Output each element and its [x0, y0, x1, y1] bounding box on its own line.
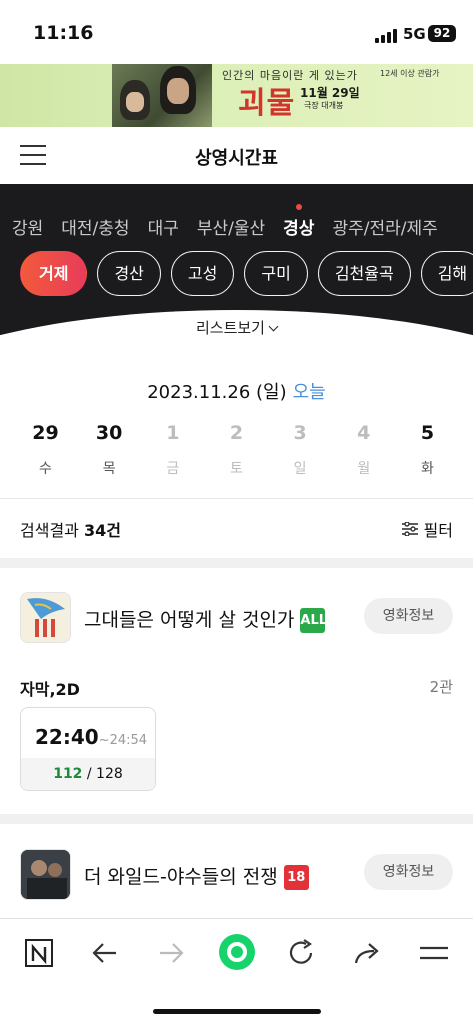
battery-icon: 92 [428, 25, 456, 42]
date-weekday: 토 [230, 461, 243, 477]
network-label: 5G [403, 25, 426, 43]
section-divider [0, 814, 473, 824]
date-number: 1 [166, 422, 180, 444]
date-item[interactable]: 30 목 [78, 422, 141, 478]
chevron-down-icon [268, 321, 279, 332]
region-tab[interactable]: 대구 [148, 214, 179, 239]
browser-toolbar [0, 918, 473, 1024]
poster-art [21, 850, 70, 899]
movie-info-button[interactable]: 영화정보 [364, 598, 453, 634]
showtime-slot[interactable]: 22:40~24:54 112 / 128 [20, 707, 156, 791]
green-dot-home-icon[interactable] [217, 932, 257, 972]
showtime-end: ~24:54 [98, 733, 148, 748]
forward-arrow-icon[interactable] [154, 936, 190, 972]
refresh-icon[interactable] [284, 936, 320, 972]
date-number: 4 [357, 422, 371, 444]
list-view-label: 리스트보기 [195, 319, 265, 337]
filter-button[interactable]: 필터 [401, 517, 453, 541]
region-tabs: 강원 대전/충청 대구 부산/울산 경상 광주/전라/제주 [12, 204, 456, 239]
share-icon[interactable] [350, 936, 386, 972]
date-item: 4월 [332, 422, 395, 478]
date-label: 2023.11.26 (일) [147, 382, 287, 403]
date-item[interactable]: 29 수 [14, 422, 77, 478]
movie-title-text: 더 와일드-야수들의 전쟁 [84, 866, 278, 888]
status-time: 11:16 [33, 22, 94, 44]
filter-label: 필터 [423, 521, 453, 540]
result-prefix: 검색결과 [20, 521, 84, 540]
date-weekday: 월 [357, 461, 371, 477]
region-tab[interactable]: 부산/울산 [197, 214, 265, 239]
banner-age-rating: 12세 이상 관람가 [380, 69, 440, 78]
theater-chip[interactable]: 경산 [97, 251, 161, 296]
banner-person [160, 66, 196, 114]
date-item: 3일 [269, 422, 332, 478]
date-item: 1금 [141, 422, 204, 478]
movie-title[interactable]: 더 와일드-야수들의 전쟁 18 [84, 862, 309, 890]
date-number: 30 [95, 422, 123, 444]
date-strip: 29 수 30 목 1 금 2 토 3 일 4 월 5 화 [14, 422, 459, 478]
n-logo-icon[interactable] [22, 936, 58, 972]
screening-format: 자막,2D [20, 680, 80, 699]
page-header: 상영시간표 [0, 127, 473, 184]
today-button[interactable]: 오늘 [293, 382, 326, 403]
movie-info-button[interactable]: 영화정보 [364, 854, 453, 890]
region-tab[interactable]: 대전/충청 [61, 214, 129, 239]
movie-poster[interactable] [20, 849, 71, 900]
list-view-toggle[interactable]: 리스트보기 [0, 317, 473, 338]
back-arrow-icon[interactable] [88, 936, 124, 972]
showtime-start: 22:40 [35, 725, 99, 749]
movie-title[interactable]: 그대들은 어떻게 살 것인가 ALL [84, 605, 327, 633]
date-weekday: 화 [420, 461, 434, 477]
date-weekday: 수 [39, 461, 52, 477]
date-weekday: 일 [293, 461, 307, 477]
menu-icon[interactable] [416, 936, 452, 972]
signal-icon [375, 29, 397, 43]
movie-poster[interactable] [20, 592, 71, 643]
region-tab[interactable]: 강원 [12, 214, 43, 239]
ad-banner[interactable]: 인간의 마음이란 게 있는가 12세 이상 관람가 괴물 11월 29일 극장 … [0, 64, 473, 127]
page-title: 상영시간표 [195, 148, 278, 169]
theater-chip[interactable]: 고성 [170, 251, 235, 296]
theater-chip[interactable]: 거제 [20, 251, 88, 296]
movie-title-text: 그대들은 어떻게 살 것인가 [84, 609, 295, 631]
theater-chip[interactable]: 김천율곡 [317, 251, 411, 296]
age-rating-badge: 18 [283, 865, 309, 890]
seats-available: 112 [53, 766, 83, 782]
theater-chips: 거제 경산 고성 구미 김천율곡 김해 [20, 251, 473, 296]
date-item[interactable]: 5화 [396, 422, 459, 478]
date-number: 29 [32, 422, 59, 444]
seats-total: / 128 [86, 766, 123, 782]
banner-person [120, 80, 150, 120]
banner-release-note: 극장 대개봉 [304, 101, 344, 110]
result-count: 34건 [83, 521, 121, 540]
date-number: 3 [293, 422, 307, 444]
banner-title: 괴물 [238, 86, 296, 121]
date-number: 5 [420, 422, 435, 444]
filter-icon [401, 522, 418, 536]
home-indicator [153, 1009, 321, 1014]
date-weekday: 금 [166, 461, 180, 477]
selected-date: 2023.11.26 (일) 오늘 [0, 378, 473, 404]
section-divider [0, 558, 473, 568]
showtime-times: 22:40~24:54 [21, 708, 155, 758]
date-weekday: 목 [102, 461, 116, 477]
date-number: 2 [229, 422, 244, 444]
search-result-count: 검색결과 34건 [20, 517, 121, 541]
status-bar: 11:16 5G 92 [0, 0, 473, 64]
seat-availability: 112 / 128 [21, 758, 155, 790]
region-tab[interactable]: 경상 [283, 204, 314, 239]
poster-art [21, 593, 70, 642]
theater-chip[interactable]: 구미 [244, 251, 308, 296]
region-tab[interactable]: 광주/전라/제주 [332, 214, 437, 239]
banner-release-date: 11월 29일 [300, 86, 360, 100]
screen-hall: 2관 [429, 678, 453, 696]
age-rating-badge: ALL [300, 608, 327, 633]
theater-chip[interactable]: 김해 [420, 251, 473, 296]
divider [0, 498, 473, 499]
date-item: 2토 [205, 422, 268, 478]
